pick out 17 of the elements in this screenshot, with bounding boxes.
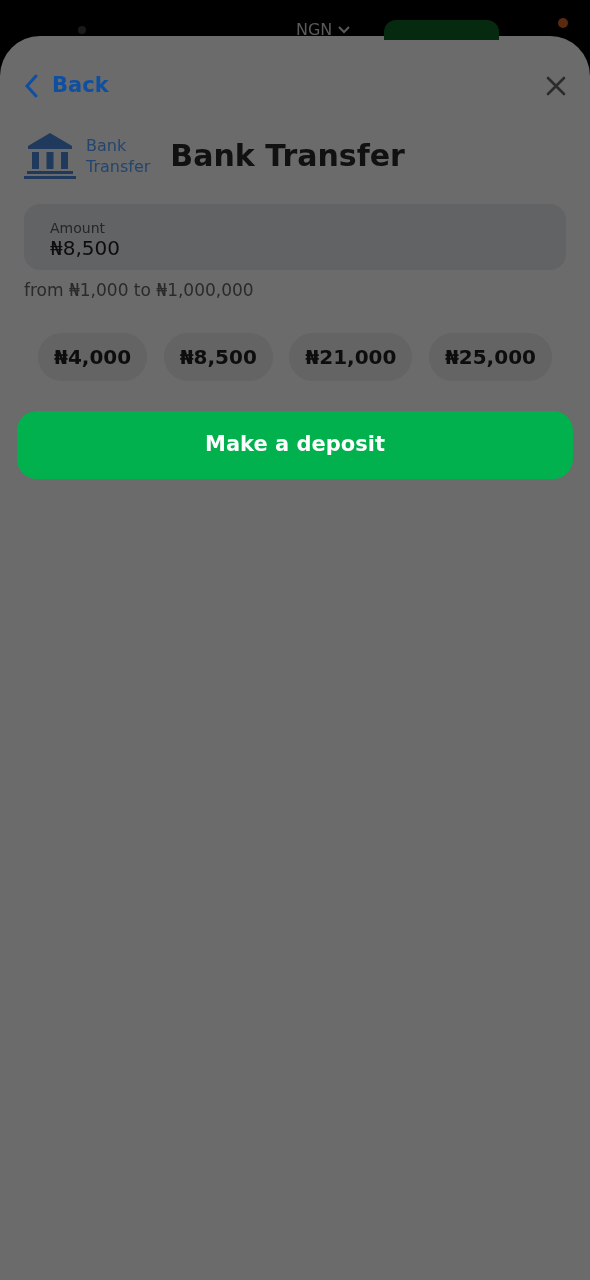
amount-chip[interactable]: ₦4,000 [38,333,148,381]
field-value: ₦8,500 [50,235,121,260]
amount-chip[interactable]: ₦8,500 [163,333,273,381]
amount-chip[interactable]: ₦21,000 [289,333,413,381]
currency-selector[interactable]: NGN [296,20,351,40]
logo-text: Bank [86,134,128,156]
chevron-left-icon [24,73,38,98]
amount-field[interactable]: Amount ₦8,500 [24,203,566,270]
bank-icon [24,131,76,180]
deposit-button[interactable]: Make a deposit [17,411,573,479]
page-title: Bank Transfer [170,137,405,175]
field-label: Amount [50,219,106,236]
amount-chip[interactable]: ₦25,000 [428,333,552,381]
close-icon[interactable] [546,75,566,96]
logo-text: Transfer [86,155,151,177]
limits-text: from ₦1,000 to ₦1,000,000 [24,278,255,302]
chevron-down-icon [338,26,351,34]
